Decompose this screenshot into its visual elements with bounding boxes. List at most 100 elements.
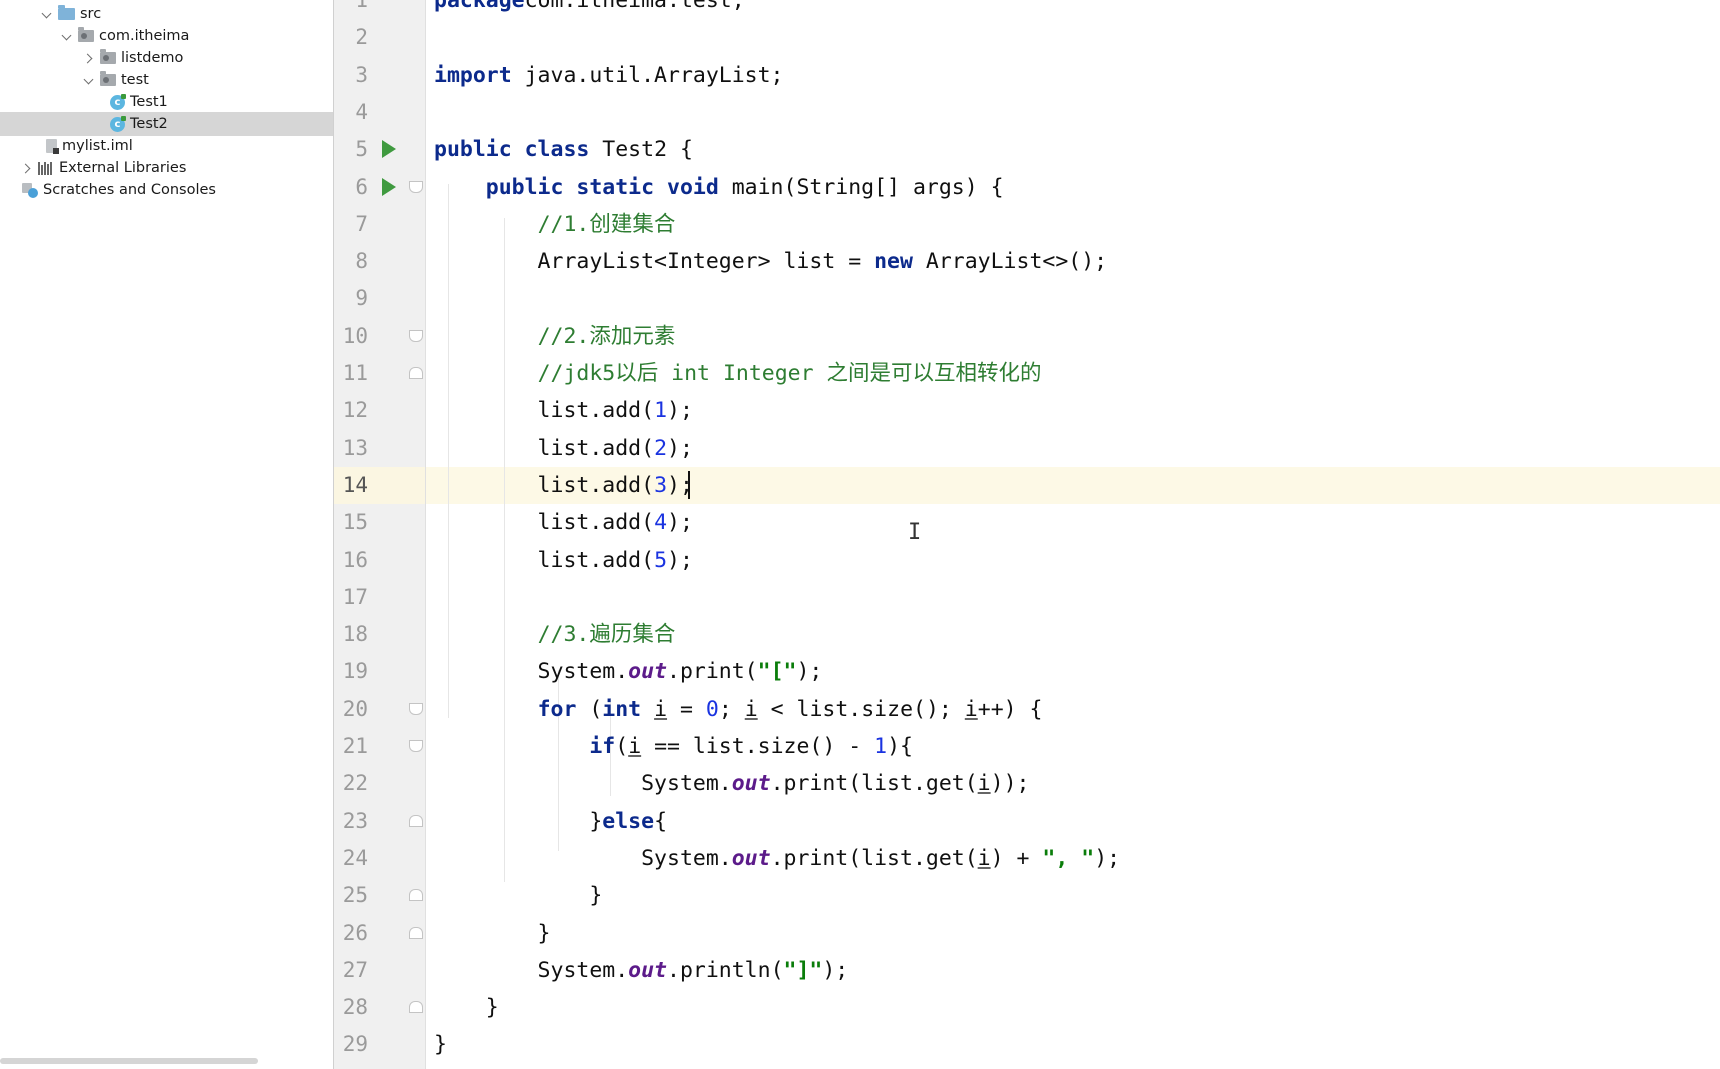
chevron-right-icon[interactable]: [20, 161, 34, 175]
package-icon: [100, 71, 116, 86]
run-icon[interactable]: [382, 177, 396, 196]
code-token: ){: [887, 734, 913, 759]
code-token: Test2 {: [589, 137, 693, 163]
fold-end-icon[interactable]: [409, 889, 423, 902]
code-line[interactable]: ArrayList<Integer> list = new ArrayList<…: [434, 243, 1108, 280]
code-line[interactable]: System.out.println("]");: [434, 952, 849, 989]
code-line[interactable]: System.out.print("[");: [434, 653, 823, 690]
code-token: );: [667, 435, 693, 461]
code-line[interactable]: list.add(4);: [434, 504, 693, 541]
code-line[interactable]: list.add(2);: [434, 430, 693, 467]
code-token: public class: [434, 137, 590, 163]
code-token: i: [964, 696, 978, 722]
code-token: == list.size() -: [641, 734, 875, 759]
chevron-down-icon[interactable]: [60, 29, 74, 43]
code-token: "]": [783, 957, 823, 983]
horizontal-scrollbar[interactable]: [0, 1058, 258, 1064]
fold-collapse-icon[interactable]: [409, 329, 423, 342]
tree-item-src[interactable]: src: [0, 2, 333, 26]
code-token: int: [602, 696, 642, 722]
code-line[interactable]: packagecom.itheima.test;: [434, 0, 745, 19]
tree-item-listdemo[interactable]: listdemo: [0, 46, 333, 70]
code-line[interactable]: list.add(5);: [434, 542, 693, 579]
tree-item-external-libraries[interactable]: External Libraries: [0, 156, 333, 180]
code-line[interactable]: import java.util.ArrayList;: [434, 57, 784, 94]
tree-item-test2[interactable]: c Test2: [0, 112, 333, 136]
code-token: 2: [654, 435, 668, 461]
line-number: 16: [342, 547, 368, 572]
code-token: 3: [654, 472, 668, 498]
tree-item-test1[interactable]: c Test1: [0, 90, 333, 114]
tree-item-scratches-and-consoles[interactable]: Scratches and Consoles: [0, 178, 333, 202]
code-token: //3.遍历集合: [537, 622, 676, 648]
code-token: .print(: [667, 659, 758, 685]
code-token: main(String[] args) {: [718, 174, 1004, 200]
tree-item-com-itheima[interactable]: com.itheima: [0, 24, 333, 48]
line-number: 4: [355, 99, 368, 124]
code-editor[interactable]: packagecom.itheima.test; import java.util…: [426, 0, 1720, 1069]
chevron-down-icon[interactable]: [82, 73, 96, 87]
code-line[interactable]: }: [434, 1026, 447, 1063]
code-line[interactable]: //1.创建集合: [434, 206, 676, 243]
code-line[interactable]: if(i == list.size() - 1){: [434, 728, 913, 765]
code-line[interactable]: //jdk5以后 int Integer 之间是可以互相转化的: [434, 355, 1042, 392]
line-number: 9: [355, 286, 368, 311]
code-line[interactable]: }: [434, 989, 499, 1026]
code-line[interactable]: public static void main(String[] args) {: [434, 169, 1004, 206]
fold-collapse-icon[interactable]: [409, 702, 423, 715]
line-number: 28: [342, 995, 368, 1020]
code-token: if: [589, 734, 616, 759]
line-number: 17: [342, 584, 368, 609]
chevron-down-icon[interactable]: [40, 7, 54, 21]
code-token: < list.size();: [757, 696, 965, 722]
line-number: 6: [355, 174, 368, 199]
code-token: list.add(: [434, 510, 655, 536]
module-file-icon: [46, 139, 59, 154]
fold-collapse-icon[interactable]: [409, 180, 423, 193]
code-line[interactable]: list.add(3);: [434, 467, 693, 504]
tree-item-label: Scratches and Consoles: [43, 182, 216, 198]
code-line[interactable]: System.out.print(list.get(i) + ", ");: [434, 840, 1120, 877]
code-token: java.util.ArrayList;: [511, 62, 784, 88]
code-token: ;: [718, 696, 745, 722]
line-number: 13: [342, 435, 368, 460]
fold-end-icon[interactable]: [409, 367, 423, 379]
code-token: );: [667, 398, 693, 424]
code-line[interactable]: //3.遍历集合: [434, 616, 676, 653]
line-number: 20: [342, 696, 368, 721]
line-number: 8: [355, 249, 368, 274]
tree-item-mylist-iml[interactable]: mylist.iml: [0, 134, 333, 158]
line-number: 10: [342, 323, 368, 348]
line-number: 25: [342, 883, 368, 908]
code-token: out: [628, 957, 668, 983]
code-token: 1: [874, 734, 888, 759]
tree-item-label: Test2: [130, 116, 168, 132]
fold-end-icon[interactable]: [409, 814, 423, 827]
code-line[interactable]: }else{: [434, 803, 667, 840]
code-line[interactable]: }: [434, 915, 551, 952]
code-line[interactable]: for (int i = 0; i < list.size(); i++) {: [434, 691, 1043, 728]
fold-end-icon[interactable]: [409, 1001, 423, 1014]
tree-item-test[interactable]: test: [0, 68, 333, 92]
code-line[interactable]: list.add(1);: [434, 392, 693, 429]
code-line[interactable]: //2.添加元素: [434, 318, 676, 355]
code-token: System.: [434, 957, 629, 983]
fold-collapse-icon[interactable]: [409, 740, 423, 752]
code-token: list.add(: [434, 435, 655, 461]
run-icon[interactable]: [382, 140, 396, 159]
chevron-right-icon[interactable]: [82, 51, 96, 65]
code-token: list.add(: [434, 472, 655, 498]
code-token: );: [822, 957, 849, 983]
code-token: (: [576, 696, 603, 722]
line-number: 23: [342, 808, 368, 833]
fold-end-icon[interactable]: [409, 926, 423, 939]
line-number: 26: [342, 920, 368, 945]
scratch-icon: [22, 182, 38, 198]
code-line[interactable]: }: [434, 877, 602, 914]
code-line[interactable]: public class Test2 {: [434, 131, 693, 168]
code-line[interactable]: System.out.print(list.get(i));: [434, 765, 1029, 802]
